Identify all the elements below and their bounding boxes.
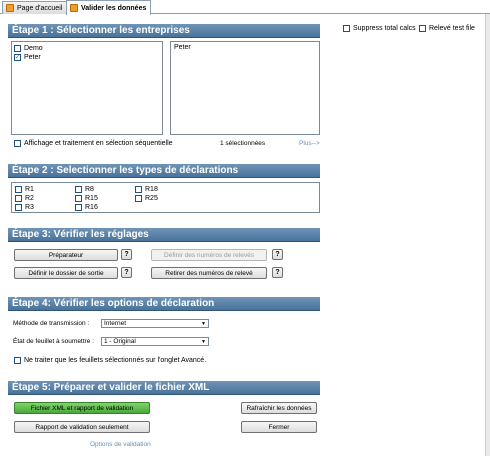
company-demo-checkbox[interactable] xyxy=(14,45,21,52)
sheet-state-value: 1 - Original xyxy=(104,338,136,345)
close-button[interactable]: Fermer xyxy=(241,421,317,433)
transmission-select[interactable]: Internet ▼ xyxy=(101,319,209,328)
tab-bar: Page d'accueil Valider les données xyxy=(0,0,490,15)
step1-title: Étape 1 : Sélectionner les entreprises xyxy=(12,25,190,36)
decl-r2-checkbox[interactable] xyxy=(15,195,22,202)
decl-r25-checkbox[interactable] xyxy=(135,195,142,202)
selected-companies-list[interactable]: Peter xyxy=(170,41,320,135)
only-selected-checkbox[interactable] xyxy=(14,357,21,364)
output-folder-help-button[interactable]: ? xyxy=(121,267,132,278)
tab-validate[interactable]: Valider les données xyxy=(66,0,152,15)
decl-r3[interactable]: R3 xyxy=(15,203,34,212)
decl-r8-checkbox[interactable] xyxy=(75,186,82,193)
sheet-state-label: État de feuillet à soumettre : xyxy=(13,338,94,345)
suppress-total-calcs-label: Suppress total calcs xyxy=(353,25,416,32)
decl-r25-label: R25 xyxy=(145,195,158,202)
step2-title: Étape 2 : Selectionner les types de décl… xyxy=(12,165,239,176)
define-numbers-button[interactable]: Définir des numéros de relevés xyxy=(151,249,267,261)
step5-header: Étape 5: Préparer et valider le fichier … xyxy=(8,381,320,395)
decl-r25[interactable]: R25 xyxy=(135,194,158,203)
selected-count: 1 sélectionnées xyxy=(220,140,266,147)
declaration-types-panel: R1 R2 R3 R8 R15 R16 R18 R25 xyxy=(11,182,320,213)
xml-validation-button[interactable]: Fichier XML et rapport de validation xyxy=(14,402,150,414)
home-page-icon xyxy=(6,4,14,12)
validation-options-link[interactable]: Options de validation xyxy=(90,441,151,448)
step4-header: Étape 4: Vérifier les options de déclara… xyxy=(8,297,320,311)
decl-r1-checkbox[interactable] xyxy=(15,186,22,193)
only-selected-label: Ne traiter que les feuillets sélectionné… xyxy=(24,357,207,364)
releve-test-file-option[interactable]: Relevé test file xyxy=(419,24,475,33)
decl-r18-checkbox[interactable] xyxy=(135,186,142,193)
step3-title: Étape 3: Vérifier les réglages xyxy=(12,229,149,240)
decl-r16-checkbox[interactable] xyxy=(75,204,82,211)
remove-numbers-button[interactable]: Retirer des numéros de relevé xyxy=(151,267,267,279)
decl-r16-label: R16 xyxy=(85,204,98,211)
company-item-demo[interactable]: Demo xyxy=(14,44,160,53)
sheet-state-select[interactable]: 1 - Original ▼ xyxy=(101,337,209,346)
step2-header: Étape 2 : Selectionner les types de décl… xyxy=(8,164,320,178)
company-item-peter[interactable]: ✓ Peter xyxy=(14,53,160,62)
preparer-button[interactable]: Préparateur xyxy=(14,249,118,261)
decl-r15[interactable]: R15 xyxy=(75,194,98,203)
step4-title: Étape 4: Vérifier les options de déclara… xyxy=(12,298,215,309)
chevron-down-icon: ▼ xyxy=(201,338,206,345)
chevron-down-icon: ▼ xyxy=(201,320,206,327)
decl-r2[interactable]: R2 xyxy=(15,194,34,203)
decl-r1[interactable]: R1 xyxy=(15,185,34,194)
declaration-col3: R18 R25 xyxy=(135,185,158,203)
decl-r15-checkbox[interactable] xyxy=(75,195,82,202)
decl-r8[interactable]: R8 xyxy=(75,185,98,194)
transmission-value: Internet xyxy=(104,320,127,327)
declaration-col1: R1 R2 R3 xyxy=(15,185,34,212)
suppress-total-calcs-checkbox[interactable] xyxy=(343,25,350,32)
company-peter-label: Peter xyxy=(24,54,41,61)
declaration-col2: R8 R15 R16 xyxy=(75,185,98,212)
tab-validate-label: Valider les données xyxy=(81,4,147,12)
validate-page-icon xyxy=(70,4,78,12)
define-numbers-help-button[interactable]: ? xyxy=(272,249,283,260)
step1-header: Étape 1 : Sélectionner les entreprises xyxy=(8,24,320,38)
preparer-help-button[interactable]: ? xyxy=(121,249,132,260)
company-checklist[interactable]: Demo ✓ Peter xyxy=(11,41,163,135)
step3-header: Étape 3: Vérifier les réglages xyxy=(8,228,320,242)
tab-home-label: Page d'accueil xyxy=(17,4,63,12)
validation-report-button[interactable]: Rapport de validation seulement xyxy=(14,421,150,433)
remove-numbers-help-button[interactable]: ? xyxy=(272,267,283,278)
suppress-total-calcs-option[interactable]: Suppress total calcs xyxy=(343,24,416,33)
tab-home[interactable]: Page d'accueil xyxy=(2,1,68,14)
decl-r3-label: R3 xyxy=(25,204,34,211)
more-link[interactable]: Plus--> xyxy=(299,140,320,147)
decl-r16[interactable]: R16 xyxy=(75,203,98,212)
company-demo-label: Demo xyxy=(24,45,43,52)
decl-r3-checkbox[interactable] xyxy=(15,204,22,211)
only-selected-option[interactable]: Ne traiter que les feuillets sélectionné… xyxy=(14,356,206,365)
step5-title: Étape 5: Préparer et valider le fichier … xyxy=(12,382,210,393)
sequential-label: Affichage et traitement en sélection séq… xyxy=(24,140,173,147)
sequential-checkbox[interactable] xyxy=(14,140,21,147)
releve-test-file-label: Relevé test file xyxy=(429,25,475,32)
decl-r15-label: R15 xyxy=(85,195,98,202)
vertical-scrollbar[interactable] xyxy=(485,14,490,456)
transmission-label: Méthode de transmission : xyxy=(13,320,90,327)
output-folder-button[interactable]: Définir le dossier de sortie xyxy=(14,267,118,279)
decl-r18[interactable]: R18 xyxy=(135,185,158,194)
refresh-data-button[interactable]: Rafraîchir les données xyxy=(241,402,317,414)
decl-r18-label: R18 xyxy=(145,186,158,193)
releve-test-file-checkbox[interactable] xyxy=(419,25,426,32)
decl-r8-label: R8 xyxy=(85,186,94,193)
decl-r2-label: R2 xyxy=(25,195,34,202)
selected-company-item[interactable]: Peter xyxy=(174,44,316,51)
sequential-option[interactable]: Affichage et traitement en sélection séq… xyxy=(14,139,173,148)
company-peter-checkbox[interactable]: ✓ xyxy=(14,54,21,61)
decl-r1-label: R1 xyxy=(25,186,34,193)
